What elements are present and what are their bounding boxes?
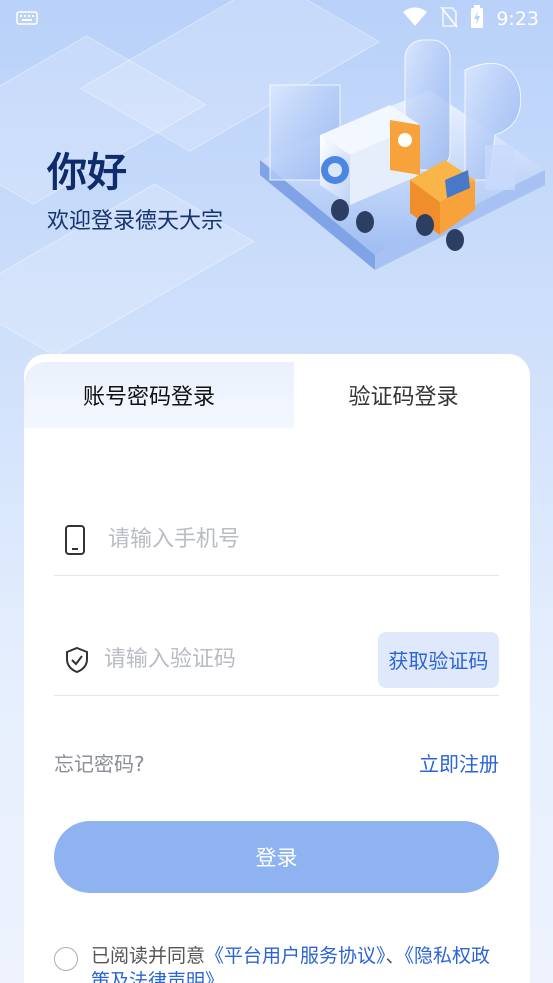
welcome-subtitle: 欢迎登录德天大宗	[47, 209, 224, 234]
auth-links: 忘记密码? 立即注册	[54, 747, 499, 777]
user-agreement-link[interactable]: 《平台用户服务协议》	[205, 945, 386, 967]
agreement-text: 已阅读并同意《平台用户服务协议》、《隐私权政策及法律声明》	[91, 944, 499, 983]
tab-password-login[interactable]: 账号密码登录	[24, 362, 274, 428]
tab-code-login[interactable]: 验证码登录	[277, 362, 530, 428]
login-card: 账号密码登录 验证码登录 获取验证码 忘记密码? 立即注册 登录 已阅读并同意《…	[24, 354, 530, 983]
greeting-title: 你好	[47, 150, 127, 196]
agreement-checkbox[interactable]	[54, 947, 78, 971]
status-time: 9:23	[496, 8, 539, 30]
agreement-prefix: 已阅读并同意	[91, 945, 206, 967]
phone-icon	[54, 522, 98, 558]
verification-code-field: 获取验证码	[54, 624, 499, 696]
wifi-icon	[402, 7, 428, 32]
get-code-button[interactable]: 获取验证码	[377, 631, 499, 688]
login-tabs: 账号密码登录 验证码登录	[24, 354, 530, 428]
agreement-row: 已阅读并同意《平台用户服务协议》、《隐私权政策及法律声明》	[54, 944, 499, 983]
register-link[interactable]: 立即注册	[419, 748, 499, 777]
phone-field	[54, 504, 499, 576]
verification-code-input[interactable]	[103, 647, 378, 672]
logistics-truck-illustration	[240, 30, 550, 280]
phone-input[interactable]	[108, 527, 499, 552]
agreement-separator: 、	[385, 945, 405, 967]
shield-check-icon	[54, 642, 94, 678]
forgot-password-link[interactable]: 忘记密码?	[54, 748, 145, 777]
no-sim-icon	[440, 6, 458, 33]
keyboard-icon	[16, 10, 38, 29]
login-button[interactable]: 登录	[54, 821, 499, 893]
